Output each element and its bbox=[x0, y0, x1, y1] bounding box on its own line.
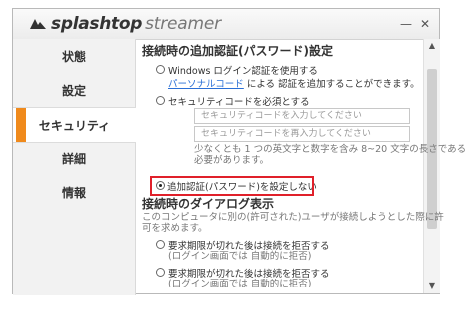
brand-name: splashtop bbox=[51, 14, 143, 34]
security-code-confirm-input[interactable]: セキュリティコードを再入力してください bbox=[194, 126, 410, 142]
sidebar: 状態 設定 セキュリティ 詳細 情報 bbox=[13, 39, 136, 295]
windows-login-description-text: による 認証を追加することができます。 bbox=[243, 79, 420, 90]
radio-windows-login[interactable] bbox=[156, 65, 165, 74]
sidebar-item-label: セキュリティ bbox=[38, 118, 111, 133]
radio-reject-2-label[interactable]: 要求期限が切れた後は接続を拒否する bbox=[168, 266, 330, 280]
security-code-input[interactable]: セキュリティコードを入力してください bbox=[194, 108, 410, 124]
dialog-description-2: 可を求めます。 bbox=[142, 223, 208, 234]
sidebar-item-security[interactable]: セキュリティ bbox=[13, 107, 136, 143]
close-button[interactable]: ✕ bbox=[417, 16, 433, 32]
scroll-up-icon[interactable]: ▲ bbox=[424, 39, 440, 53]
sidebar-item-label: 状態 bbox=[61, 49, 86, 64]
personal-code-link[interactable]: パーソナルコード bbox=[168, 79, 244, 90]
vertical-scrollbar[interactable]: ▲ ▼ bbox=[423, 39, 440, 293]
sidebar-item-label: 設定 bbox=[61, 83, 86, 98]
app-logo: splashtop streamer bbox=[29, 14, 221, 34]
windows-login-description: パーソナルコード による 認証を追加することができます。 bbox=[168, 76, 420, 90]
highlight-box bbox=[150, 176, 314, 196]
section-title-dialog: 接続時のダイアログ表示 bbox=[142, 197, 275, 211]
radio-reject-2-sub: (ログイン画面では 自動的に拒否) bbox=[168, 279, 312, 287]
radio-reject-1-sub: (ログイン画面では 自動的に拒否) bbox=[168, 251, 312, 262]
sidebar-item-label: 情報 bbox=[61, 185, 86, 200]
radio-security-code[interactable] bbox=[156, 96, 165, 105]
title-bar: splashtop streamer — ✕ bbox=[13, 9, 439, 40]
scroll-down-icon[interactable]: ▼ bbox=[424, 279, 440, 293]
sidebar-item-info[interactable]: 情報 bbox=[13, 175, 135, 209]
security-code-hint-2: 必要があります。 bbox=[194, 155, 270, 166]
radio-reject-2[interactable] bbox=[156, 268, 165, 277]
section-title-auth: 接続時の追加認証(パスワード)設定 bbox=[142, 44, 333, 58]
sidebar-item-label: 詳細 bbox=[61, 151, 86, 166]
minimize-button[interactable]: — bbox=[398, 16, 414, 32]
radio-reject-1[interactable] bbox=[156, 240, 165, 249]
sidebar-item-settings[interactable]: 設定 bbox=[13, 73, 135, 107]
brand-product: streamer bbox=[145, 14, 221, 34]
radio-reject-1-label[interactable]: 要求期限が切れた後は接続を拒否する bbox=[168, 238, 330, 252]
sidebar-item-status[interactable]: 状態 bbox=[13, 39, 135, 73]
sidebar-item-advanced[interactable]: 詳細 bbox=[13, 141, 135, 175]
radio-security-code-label[interactable]: セキュリティコードを必須とする bbox=[168, 94, 310, 108]
splashtop-logo-icon bbox=[30, 19, 46, 29]
radio-windows-login-label[interactable]: Windows ログイン認証を使用する bbox=[168, 63, 318, 77]
